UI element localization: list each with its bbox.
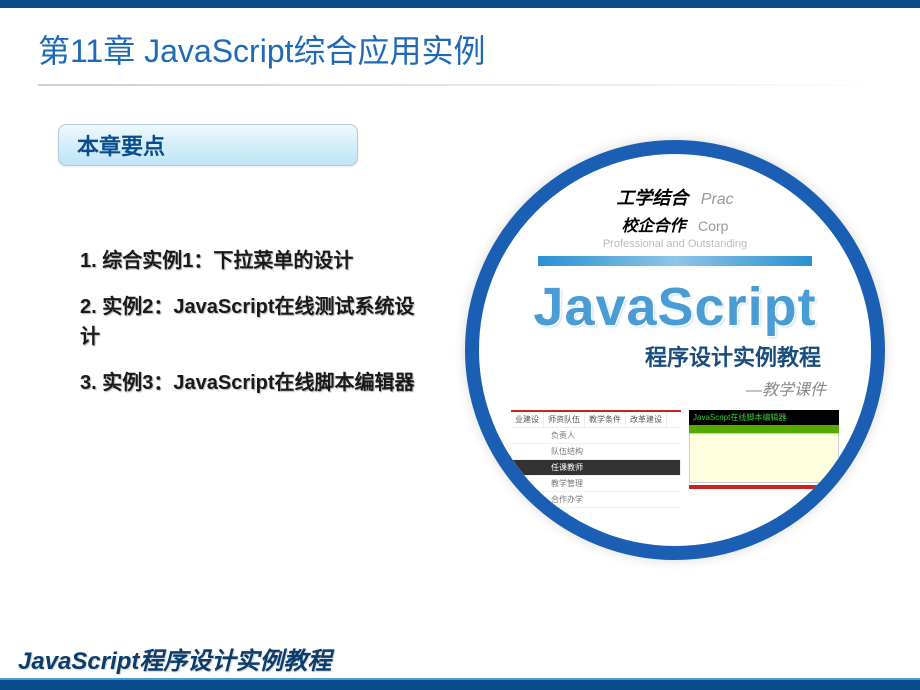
- tab-cell: 教学条件: [585, 412, 626, 427]
- circle-line3: Professional and Outstanding: [479, 238, 871, 250]
- javascript-logo-text: JavaScript: [479, 276, 871, 338]
- tab-cell: 师资队伍: [544, 412, 585, 427]
- mini-dropdown-menu: 业建设 师资队伍 教学条件 改革建设 负责人 队伍结构 任课教师 教学管理 合作…: [511, 410, 681, 508]
- subrow-active: 任课教师: [511, 460, 681, 476]
- circle-subtitle: 程序设计实例教程: [479, 340, 871, 372]
- mini-editor-footer: [689, 485, 839, 489]
- key-point-1: 1. 综合实例1：下拉菜单的设计: [80, 246, 420, 276]
- subrow: 负责人: [511, 428, 681, 444]
- mini-editor-body: [689, 433, 839, 483]
- mini-screenshots: 业建设 师资队伍 教学条件 改革建设 负责人 队伍结构 任课教师 教学管理 合作…: [479, 410, 871, 508]
- mini-editor: JavaScript在线脚本编辑器: [689, 410, 839, 508]
- subrow: 合作办学: [511, 492, 681, 508]
- section-badge: 本章要点: [58, 124, 358, 166]
- circle-heading: 工学结合 Prac 校企合作 Corp Professional and Out…: [479, 154, 871, 250]
- circle-line1-en: Prac: [701, 191, 734, 208]
- mini-editor-toolbar: [689, 425, 839, 433]
- title-underline: [38, 84, 882, 86]
- key-point-2: 2. 实例2：JavaScript在线测试系统设计: [80, 292, 420, 352]
- footer-text: JavaScript程序设计实例教程: [0, 641, 920, 678]
- subrow: 队伍结构: [511, 444, 681, 460]
- circle-line2-cn: 校企合作: [622, 212, 686, 236]
- top-accent-bar: [0, 0, 920, 8]
- blue-stripe: [538, 256, 812, 266]
- section-badge-text: 本章要点: [77, 129, 165, 161]
- illustration-inner: 工学结合 Prac 校企合作 Corp Professional and Out…: [479, 154, 871, 546]
- circle-line1-cn: 工学结合: [616, 184, 688, 210]
- tab-cell: 业建设: [511, 412, 544, 427]
- mini-editor-header: JavaScript在线脚本编辑器: [689, 410, 839, 425]
- key-point-3: 3. 实例3：JavaScript在线脚本编辑器: [80, 368, 420, 398]
- tab-cell: 改革建设: [626, 412, 667, 427]
- key-points-list: 1. 综合实例1：下拉菜单的设计 2. 实例2：JavaScript在线测试系统…: [80, 246, 420, 398]
- chapter-title: 第11章 JavaScript综合应用实例: [0, 8, 920, 72]
- circle-subtitle2: —教学课件: [479, 376, 871, 400]
- illustration-circle: 工学结合 Prac 校企合作 Corp Professional and Out…: [465, 140, 885, 560]
- circle-line2-en: Corp: [698, 218, 728, 234]
- footer-bar: [0, 678, 920, 690]
- subrow: 教学管理: [511, 476, 681, 492]
- footer: JavaScript程序设计实例教程: [0, 641, 920, 690]
